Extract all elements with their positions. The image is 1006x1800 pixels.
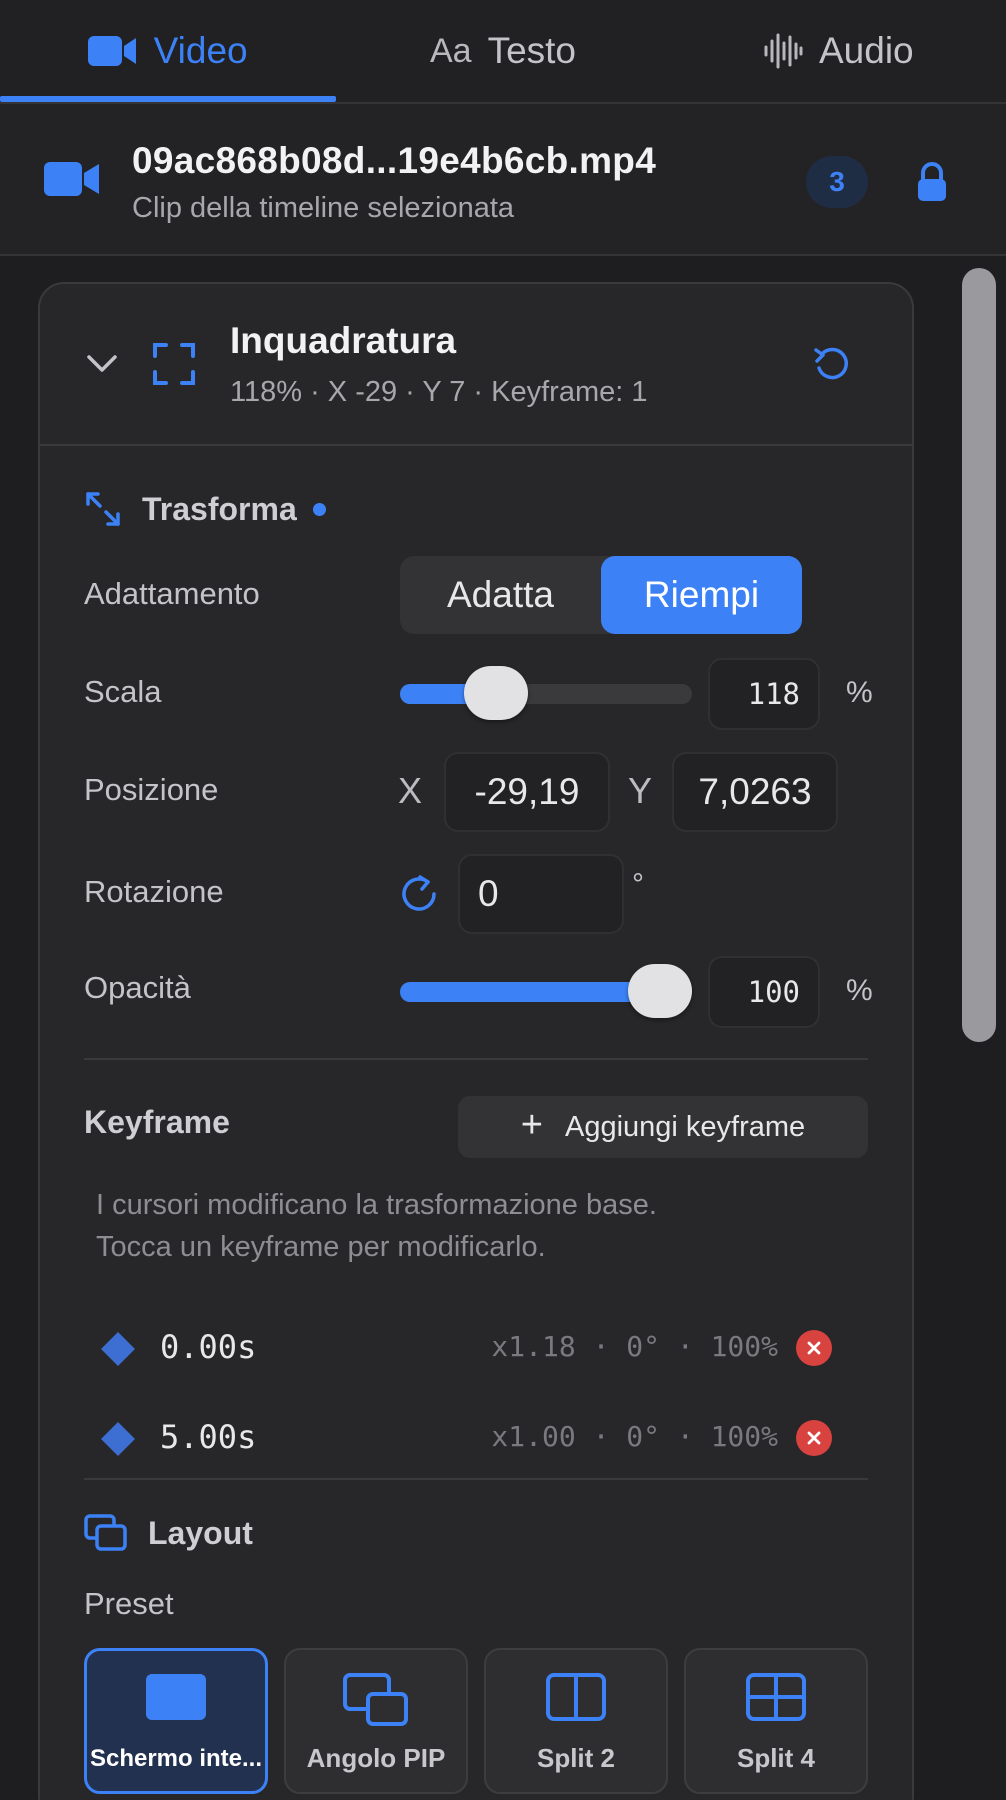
keyframe-section-header: Keyframe (84, 1104, 230, 1141)
preset-label-text: Split 4 (736, 1743, 815, 1773)
delete-keyframe-button[interactable] (796, 1330, 832, 1366)
scale-slider-knob[interactable] (464, 666, 529, 720)
keyframe-hint-line: I cursori modificano la trasformazione b… (96, 1189, 657, 1221)
clip-filename: 09ac868b08d...19e4b6cb.mp4 (132, 140, 657, 181)
layers-icon (84, 1514, 127, 1551)
tab-video[interactable]: Video (0, 0, 335, 102)
divider (84, 1058, 868, 1060)
layout-section-header: Layout (84, 1514, 253, 1552)
split-4-icon (746, 1673, 806, 1721)
opacity-unit: % (846, 974, 873, 1007)
pip-icon (343, 1673, 408, 1726)
fit-option-riempi[interactable]: Riempi (601, 556, 802, 634)
tab-text[interactable]: Aa Testo (335, 0, 670, 102)
close-icon (807, 1341, 821, 1355)
rotation-input[interactable]: 0 (458, 854, 624, 934)
framing-title: Inquadratura (230, 320, 457, 361)
scrollbar-thumb[interactable] (962, 268, 996, 1042)
tab-text-label: Testo (487, 30, 576, 71)
transform-title: Trasforma (142, 490, 297, 527)
rotation-unit: ° (632, 868, 644, 901)
scale-slider[interactable] (400, 666, 692, 720)
close-icon (807, 1431, 821, 1445)
plus-icon: + (520, 1103, 543, 1146)
chevron-down-icon[interactable] (86, 354, 118, 374)
tab-bar: Video Aa Testo Audio (0, 0, 1006, 104)
frame-icon (153, 343, 195, 385)
text-icon: Aa (429, 31, 472, 70)
tab-audio-label: Audio (819, 30, 914, 71)
fit-segmented-control: Adatta Riempi (400, 556, 802, 634)
keyframe-row[interactable]: 0.00s x1.18 · 0° · 100% (96, 1324, 886, 1374)
scale-label: Scala (84, 674, 162, 709)
reset-icon[interactable] (812, 344, 852, 384)
active-tab-indicator (0, 96, 336, 102)
scale-input[interactable]: 118 (708, 658, 820, 730)
preset-label-text: Angolo PIP (306, 1743, 446, 1773)
opacity-slider-fill (400, 982, 660, 1002)
keyframe-hint-line: Tocca un keyframe per modificarlo. (96, 1231, 546, 1263)
fit-label: Adattamento (84, 576, 260, 611)
position-y-label: Y (628, 770, 653, 811)
delete-keyframe-button[interactable] (796, 1420, 832, 1456)
transform-section-header: Trasforma (84, 490, 326, 528)
opacity-slider-knob[interactable] (628, 964, 692, 1018)
add-keyframe-label: Aggiungi keyframe (565, 1110, 806, 1143)
keyframe-values: x1.18 · 0° · 100% (491, 1330, 778, 1363)
keyframe-row[interactable]: 5.00s x1.00 · 0° · 100% (96, 1414, 886, 1464)
preset-split-2[interactable]: Split 2 (484, 1648, 668, 1794)
position-x-input[interactable]: -29,19 (444, 752, 610, 832)
preset-pip[interactable]: Angolo PIP (284, 1648, 468, 1794)
fit-option-adatta[interactable]: Adatta (400, 556, 601, 634)
position-x-label: X (398, 770, 423, 811)
keyframe-time: 5.00s (160, 1418, 257, 1456)
keyframe-time: 0.00s (160, 1328, 257, 1366)
opacity-slider[interactable] (400, 964, 692, 1018)
framing-summary: 118% · X -29 · Y 7 · Keyframe: 1 (230, 376, 648, 408)
position-label: Posizione (84, 772, 219, 807)
waveform-icon (764, 33, 803, 69)
tab-video-label: Video (153, 30, 248, 71)
opacity-label: Opacità (84, 970, 191, 1005)
clip-subtitle: Clip della timeline selezionata (132, 192, 515, 224)
split-2-icon (546, 1673, 606, 1721)
keyframe-diamond-icon (101, 1422, 135, 1456)
video-camera-icon (87, 36, 136, 66)
position-y-input[interactable]: 7,0263 (672, 752, 838, 832)
scale-unit: % (846, 676, 873, 709)
keyframe-diamond-icon (101, 1332, 135, 1366)
rotate-icon[interactable] (398, 872, 440, 916)
preset-split-4[interactable]: Split 4 (684, 1648, 868, 1794)
framing-card-header[interactable]: Inquadratura 118% · X -29 · Y 7 · Keyfra… (40, 284, 912, 446)
clip-header: 09ac868b08d...19e4b6cb.mp4 Clip della ti… (0, 104, 1006, 256)
modified-indicator (312, 502, 326, 516)
preset-label: Preset (84, 1586, 174, 1621)
preset-label-text: Split 2 (536, 1743, 615, 1773)
add-keyframe-button[interactable]: + Aggiungi keyframe (458, 1096, 868, 1158)
resize-arrows-icon (86, 492, 120, 526)
video-camera-icon (44, 162, 99, 196)
preset-label-text: Schermo inte... (89, 1745, 263, 1772)
keyframe-hint: I cursori modificano la trasformazione b… (96, 1184, 856, 1268)
opacity-input[interactable]: 100 (708, 956, 820, 1028)
clip-count-badge: 3 (806, 156, 868, 208)
lock-icon[interactable] (916, 162, 948, 202)
keyframe-title: Keyframe (84, 1104, 230, 1140)
rotation-label: Rotazione (84, 874, 224, 909)
keyframe-values: x1.00 · 0° · 100% (491, 1420, 778, 1453)
preset-fullscreen[interactable]: Schermo inte... (84, 1648, 268, 1794)
layout-title: Layout (148, 1514, 253, 1551)
fullscreen-rect-icon (146, 1674, 206, 1720)
tab-audio[interactable]: Audio (671, 0, 1006, 102)
divider (84, 1478, 868, 1480)
framing-card: Inquadratura 118% · X -29 · Y 7 · Keyfra… (38, 282, 914, 1800)
